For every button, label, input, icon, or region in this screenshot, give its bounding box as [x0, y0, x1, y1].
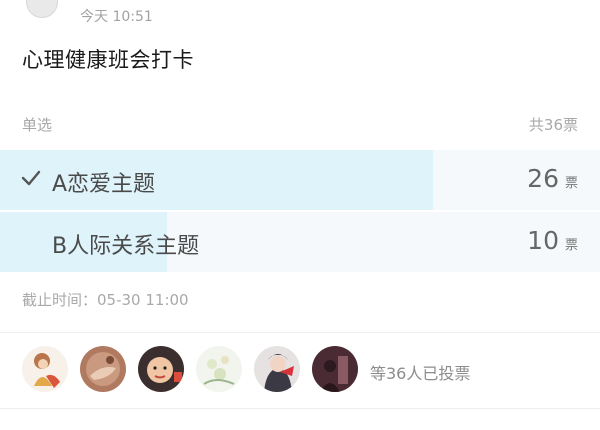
avatar-flowers-icon[interactable] [196, 346, 242, 392]
divider [0, 332, 600, 333]
vote-type-label: 单选 [22, 116, 53, 134]
vote-meta: 单选 共36票 [0, 108, 600, 138]
avatar-hand-icon[interactable] [80, 346, 126, 392]
voters-summary: 等36人已投票 [370, 364, 471, 383]
vote-option-b-count-unit: 票 [564, 238, 578, 253]
avatar-cartoon-icon[interactable] [22, 346, 68, 392]
post-header: 今天 10:51 [0, 0, 600, 32]
vote-total-label: 共36票 [528, 116, 578, 134]
vote-option-b[interactable]: B人际关系主题 10 票 [0, 212, 600, 272]
vote-option-a-count-unit: 票 [564, 176, 578, 191]
vote-deadline: 截止时间：05-30 11:00 [22, 291, 189, 309]
vote-option-a-label: A恋爱主题 [52, 172, 156, 197]
avatar-dark-icon[interactable] [312, 346, 358, 392]
vote-option-b-count: 10 票 [527, 226, 578, 255]
vote-option-a-count-number: 26 [527, 164, 559, 193]
avatar-girl-red-icon[interactable] [254, 346, 300, 392]
voter-list[interactable]: 等36人已投票 [22, 346, 582, 398]
vote-option-b-count-number: 10 [527, 226, 559, 255]
post-title: 心理健康班会打卡 [22, 48, 194, 72]
avatar-child-icon[interactable] [138, 346, 184, 392]
post-time: 今天 10:51 [80, 9, 153, 25]
vote-option-b-label: B人际关系主题 [52, 234, 200, 259]
divider [0, 408, 600, 409]
vote-option-a-count: 26 票 [527, 164, 578, 193]
author-avatar[interactable] [26, 0, 58, 18]
vote-option-a[interactable]: A恋爱主题 26 票 [0, 150, 600, 210]
check-icon [20, 167, 42, 189]
